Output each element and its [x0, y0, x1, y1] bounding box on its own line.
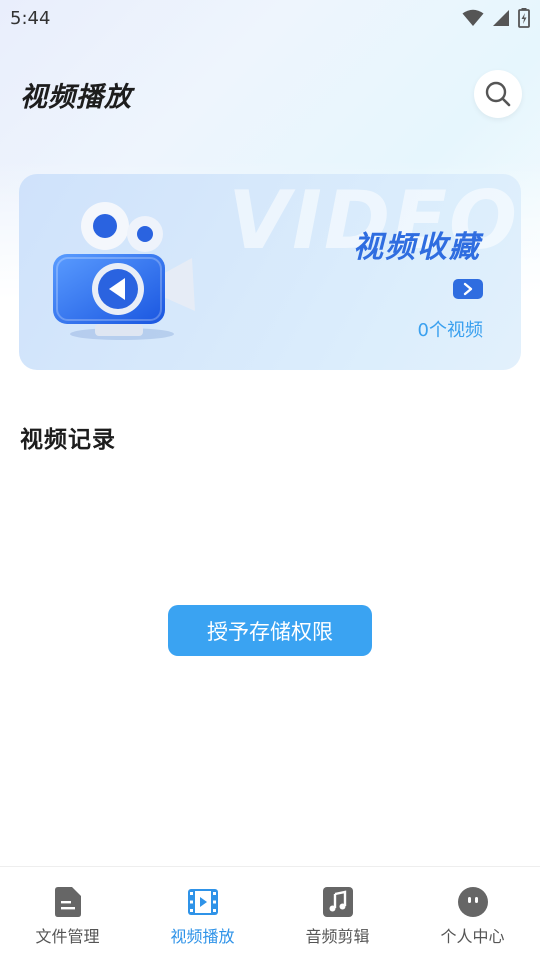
tab-label: 文件管理 — [35, 927, 100, 946]
video-favorites-card[interactable]: VIDEO 视频收藏 0个视频 — [19, 174, 521, 370]
page-title: 视频播放 — [20, 81, 132, 113]
section-title: 视频记录 — [20, 427, 116, 453]
banner-arrow-button[interactable] — [453, 279, 483, 299]
face-icon — [457, 887, 488, 917]
music-note-icon — [322, 887, 353, 917]
status-time: 5:44 — [10, 7, 51, 29]
tab-label: 视频播放 — [170, 927, 235, 946]
grant-storage-permission-button[interactable]: 授予存储权限 — [168, 605, 372, 656]
tab-label: 个人中心 — [440, 927, 505, 946]
wifi-icon — [462, 9, 484, 26]
chevron-right-icon — [463, 282, 473, 296]
search-button[interactable] — [474, 70, 522, 118]
status-bar: 5:44 — [0, 0, 540, 36]
bottom-tab-bar: 文件管理 视频播放 音频剪辑 个人中心 — [0, 866, 540, 960]
film-icon — [187, 887, 218, 917]
tab-audio-editor[interactable]: 音频剪辑 — [270, 867, 405, 960]
banner-title: 视频收藏 — [353, 230, 481, 265]
document-icon — [53, 887, 83, 917]
page-header: 视频播放 — [0, 68, 540, 120]
tab-file-manager[interactable]: 文件管理 — [0, 867, 135, 960]
tab-label: 音频剪辑 — [305, 927, 370, 946]
cell-signal-icon — [493, 10, 509, 26]
battery-icon — [518, 8, 530, 28]
video-count: 0个视频 — [417, 320, 483, 341]
status-icons — [462, 8, 530, 28]
video-camera-icon — [53, 202, 195, 340]
search-icon — [485, 81, 511, 107]
tab-profile[interactable]: 个人中心 — [405, 867, 540, 960]
tab-video-player[interactable]: 视频播放 — [135, 867, 270, 960]
